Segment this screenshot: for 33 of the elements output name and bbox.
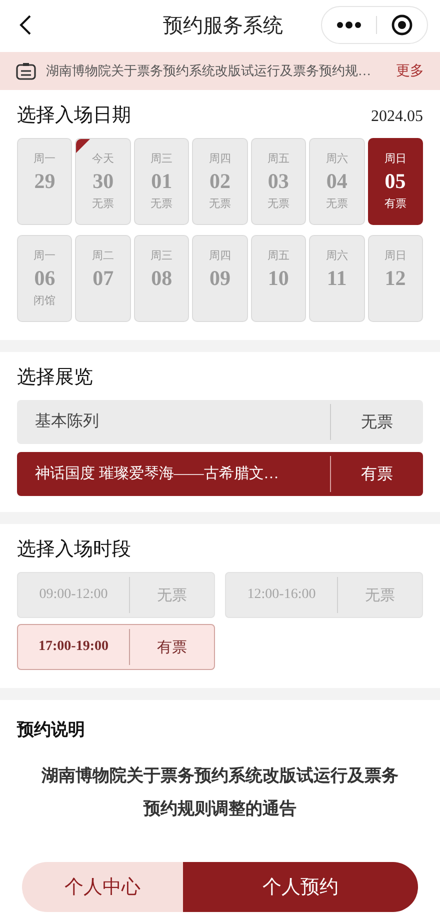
section-title: 选择入场日期: [17, 104, 131, 128]
date-card[interactable]: 周四 02 无票: [192, 138, 248, 225]
date-card[interactable]: 周一 29: [17, 138, 72, 225]
exhibition-option[interactable]: 神话国度 璀璨爱琴海——古希腊文… 有票: [17, 452, 423, 496]
back-icon[interactable]: [18, 14, 32, 36]
date-card[interactable]: 周日 12: [368, 235, 423, 322]
date-card[interactable]: 今天 30 无票: [75, 138, 131, 225]
date-card[interactable]: 周六 04 无票: [309, 138, 365, 225]
date-card[interactable]: 周六 11: [309, 235, 365, 322]
clipboard-icon: [16, 62, 36, 80]
exhibition-option[interactable]: 基本陈列 无票: [17, 400, 423, 444]
notice-text[interactable]: 湖南博物院关于票务预约系统改版试运行及票务预约规…: [46, 62, 386, 80]
more-icon[interactable]: [336, 21, 362, 29]
notice-heading: 湖南博物院关于票务预约系统改版试运行及票务预约规则调整的通告: [40, 765, 400, 820]
date-card[interactable]: 周日 05 有票: [368, 138, 423, 225]
reservations-button[interactable]: 个人预约: [183, 862, 418, 912]
month-label: 2024.05: [371, 108, 423, 126]
section-title: 选择展览: [17, 366, 93, 390]
date-card[interactable]: 周四 09: [192, 235, 248, 322]
section-title: 选择入场时段: [17, 538, 131, 562]
date-card[interactable]: 周三 08: [134, 235, 190, 322]
section-title: 预约说明: [17, 719, 86, 741]
date-card[interactable]: 周五 10: [250, 235, 306, 322]
time-slot-option[interactable]: 09:00-12:00 无票: [17, 572, 215, 618]
time-slot-option[interactable]: 17:00-19:00 有票: [17, 624, 215, 670]
personal-center-button[interactable]: 个人中心: [22, 862, 183, 912]
date-card[interactable]: 周二 07: [75, 235, 131, 322]
time-slot-option[interactable]: 12:00-16:00 无票: [225, 572, 423, 618]
page-title: 预约服务系统: [163, 12, 283, 38]
date-card[interactable]: 周三 01 无票: [134, 138, 190, 225]
more-link[interactable]: 更多: [396, 62, 424, 80]
date-card[interactable]: 周五 03 无票: [250, 138, 306, 225]
date-card[interactable]: 周一 06 闭馆: [17, 235, 72, 322]
